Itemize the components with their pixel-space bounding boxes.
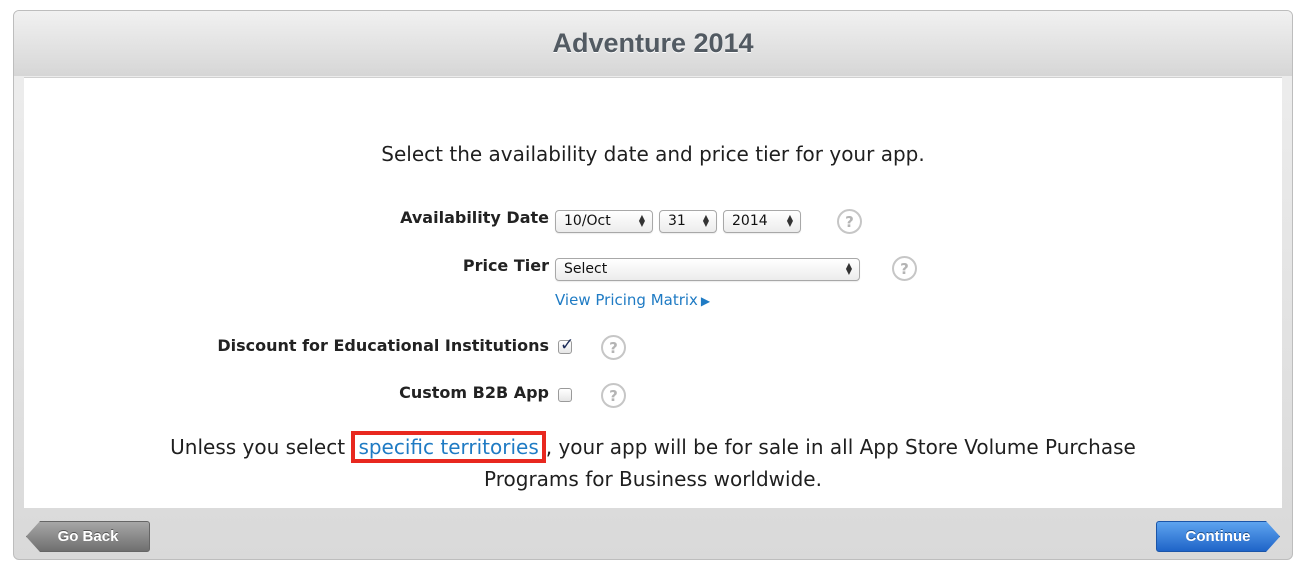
help-icon[interactable]: ? [837,209,862,234]
territories-notice: Unless you select specific territories, … [24,431,1282,495]
availability-date-label: Availability Date [400,208,549,227]
highlight-box: specific territories [351,431,546,463]
day-value: 31 [668,213,686,229]
help-icon[interactable]: ? [601,335,626,360]
checkmark-icon: ✓ [560,335,575,355]
price-tier-select[interactable]: Select ▲ ▼ [555,258,860,281]
custom-b2b-checkbox[interactable] [558,388,572,402]
app-pricing-panel: Adventure 2014 Select the availability d… [13,10,1293,560]
price-tier-value: Select [564,261,608,277]
year-select[interactable]: 2014 ▲ ▼ [723,210,801,233]
day-select[interactable]: 31 ▲ ▼ [659,210,717,233]
discount-edu-checkbox[interactable]: ✓ [558,335,574,355]
month-value: 10/Oct [564,213,611,229]
select-arrows-icon: ▲ ▼ [845,261,852,276]
help-icon[interactable]: ? [601,383,626,408]
view-pricing-matrix-link[interactable]: View Pricing Matrix ▶ [555,291,710,309]
go-back-button[interactable]: Go Back [26,521,150,552]
select-arrows-icon: ▲ ▼ [702,213,709,228]
year-value: 2014 [732,213,768,229]
content-area: Select the availability date and price t… [24,77,1282,508]
intro-text: Select the availability date and price t… [381,142,925,166]
specific-territories-link[interactable]: specific territories [358,435,538,459]
discount-edu-label: Discount for Educational Institutions [217,336,549,355]
panel-header: Adventure 2014 [14,11,1292,76]
page-title: Adventure 2014 [552,28,754,58]
custom-b2b-label: Custom B2B App [399,383,549,402]
continue-button[interactable]: Continue [1156,521,1280,552]
month-select[interactable]: 10/Oct ▲ ▼ [555,210,653,233]
select-arrows-icon: ▲ ▼ [786,213,793,228]
select-arrows-icon: ▲ ▼ [638,213,645,228]
price-tier-label: Price Tier [462,256,549,275]
help-icon[interactable]: ? [892,256,917,281]
play-arrow-icon: ▶ [700,294,711,308]
